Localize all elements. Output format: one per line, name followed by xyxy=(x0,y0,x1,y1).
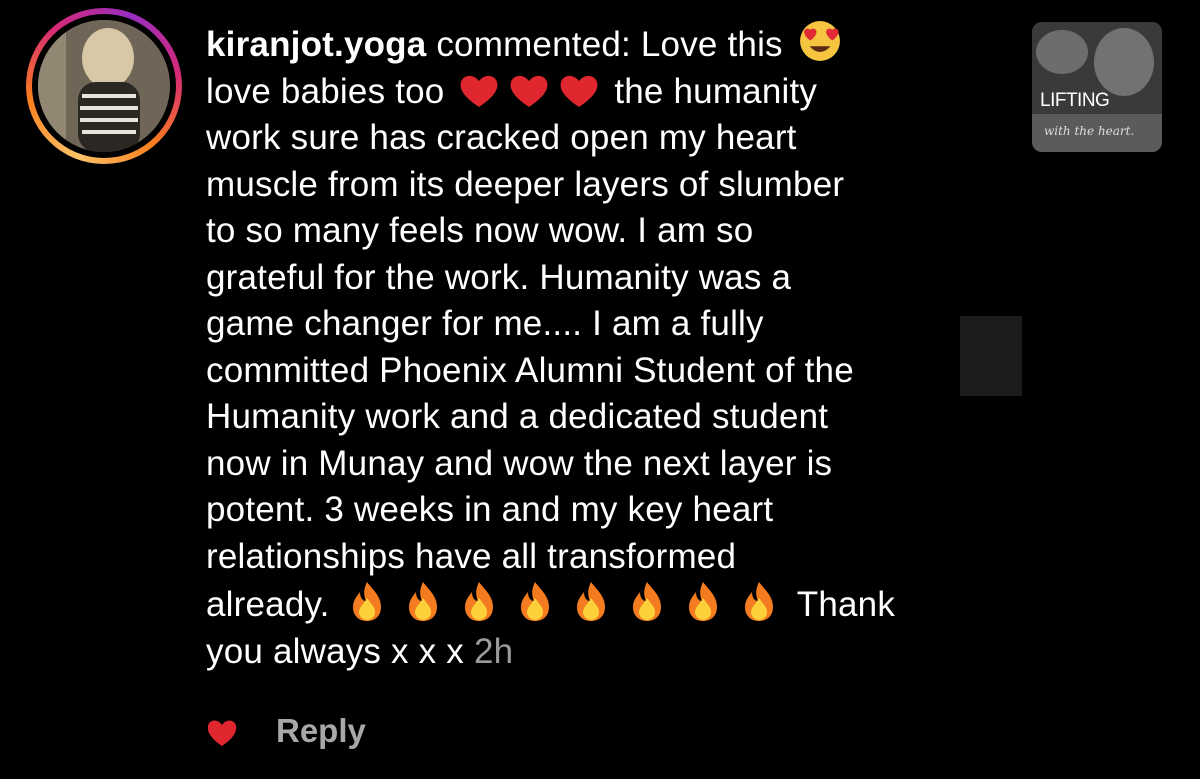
comment-line-2: love babies too the humanity xyxy=(206,69,996,116)
comment-line-10: now in Munay and wow the next layer is xyxy=(206,443,833,483)
reply-button[interactable]: Reply xyxy=(276,712,366,750)
comment-text: already. xyxy=(206,585,330,624)
fire-emoji-group xyxy=(339,582,787,624)
comment-line-4: muscle from its deeper layers of slumber xyxy=(206,164,845,204)
comment-line-1: kiranjot.yoga commented: Love this xyxy=(206,20,996,69)
red-heart-emoji-icon xyxy=(560,75,598,107)
avatar-photo xyxy=(38,20,170,152)
comment-line-3: work sure has cracked open my heart xyxy=(206,118,797,157)
fire-emoji-icon xyxy=(409,582,438,621)
redaction-block xyxy=(960,316,1022,396)
fire-emoji-icon xyxy=(577,582,606,621)
comment-line-7: game changer for me.... I am a fully xyxy=(206,304,764,343)
fire-emoji-icon xyxy=(353,582,382,621)
fire-emoji-icon xyxy=(745,582,774,621)
comment-line-13: already. Thank xyxy=(206,580,996,629)
comment-line-8: committed Phoenix Alumni Student of the xyxy=(206,350,854,390)
comment-text: Thank xyxy=(787,585,896,624)
comment-line-11: potent. 3 weeks in and my key heart xyxy=(206,490,774,529)
comment-line-6: grateful for the work. Humanity was a xyxy=(206,257,792,297)
post-thumbnail[interactable]: LIFTING with the heart. xyxy=(1032,22,1162,152)
avatar[interactable] xyxy=(38,20,170,152)
fire-emoji-icon xyxy=(633,582,662,621)
comment-text: the humanity xyxy=(604,71,818,111)
comment-line-9: Humanity work and a dedicated student xyxy=(206,397,829,436)
comment-text: commented: Love this xyxy=(426,25,783,64)
comment-text: you always x x x xyxy=(206,631,474,671)
fire-emoji-icon xyxy=(465,582,494,621)
fire-emoji-icon xyxy=(689,582,718,621)
heart-eyes-emoji-icon xyxy=(799,21,840,61)
thumbnail-title: LIFTING xyxy=(1040,90,1110,111)
comment-line-12: relationships have all transformed xyxy=(206,536,737,576)
avatar-story-ring[interactable] xyxy=(26,8,182,164)
comment-text: love babies too xyxy=(206,71,445,111)
comment-line-5: to so many feels now wow. I am so xyxy=(206,211,754,250)
heart-icon[interactable] xyxy=(206,718,238,748)
red-heart-emoji-icon xyxy=(460,75,498,107)
thumbnail-subtitle: with the heart. xyxy=(1044,124,1135,138)
comment-line-14: you always x x x 2h xyxy=(206,629,996,676)
comment-username[interactable]: kiranjot.yoga xyxy=(206,25,426,64)
red-heart-emoji-icon xyxy=(510,75,548,107)
fire-emoji-icon xyxy=(521,582,550,621)
avatar-gap xyxy=(32,14,176,158)
comment-body: kiranjot.yoga commented: Love this love … xyxy=(206,20,996,675)
comment-timestamp: 2h xyxy=(473,631,514,671)
